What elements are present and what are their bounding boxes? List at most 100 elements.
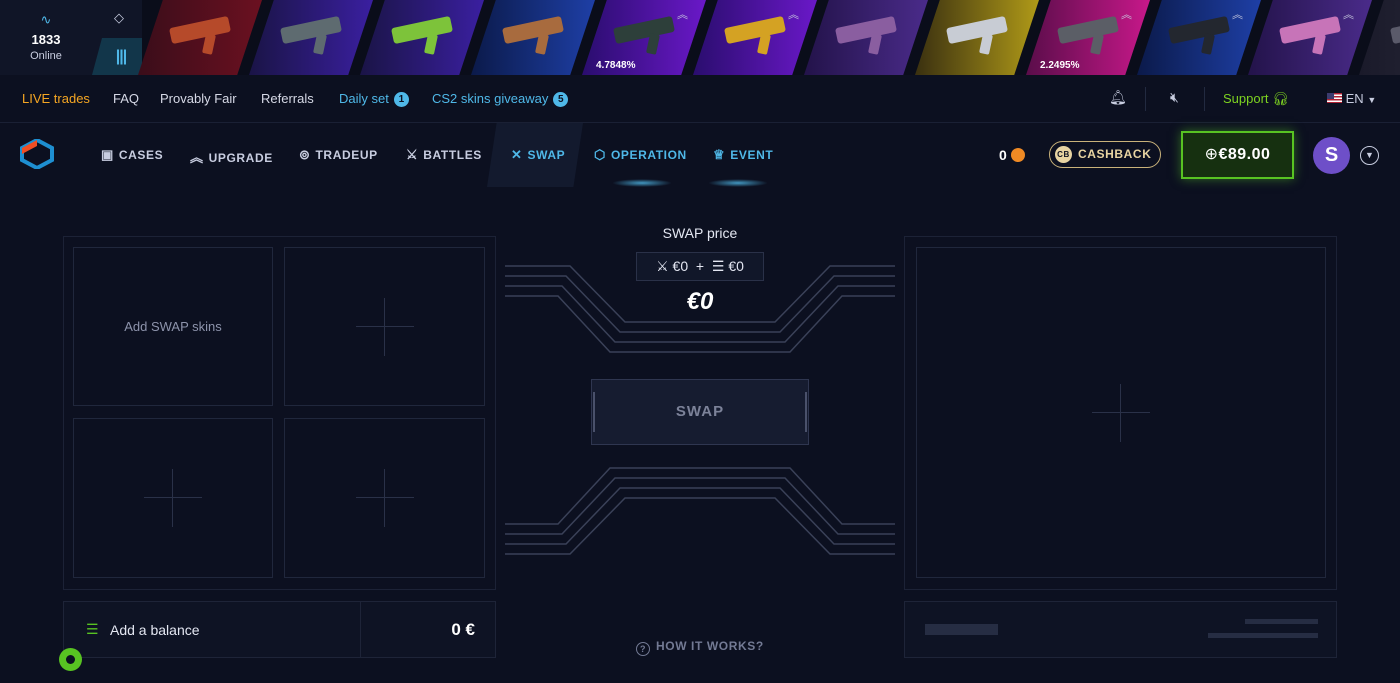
plus-icon bbox=[1092, 383, 1150, 442]
nav-operation-label: OPERATION bbox=[610, 148, 687, 162]
caret-down-icon: ▼ bbox=[1367, 95, 1377, 105]
swap-slot[interactable] bbox=[73, 418, 273, 578]
weapon-skin-image bbox=[834, 15, 898, 45]
add-swap-skins-label: Add SWAP skins bbox=[124, 319, 222, 334]
faq-link[interactable]: FAQ bbox=[113, 91, 139, 106]
nav-operation[interactable]: ⬡ OPERATION bbox=[594, 147, 687, 163]
nav-tradeup-label: TRADEUP bbox=[315, 148, 378, 162]
skin-icon: ⚔︎ bbox=[656, 258, 669, 274]
how-it-works-label: HOW IT WORKS? bbox=[656, 639, 764, 653]
sound-off-icon[interactable]: 🔇︎ bbox=[1170, 89, 1179, 106]
language-select[interactable]: EN ▼ bbox=[1327, 91, 1376, 106]
swap-button[interactable]: SWAP bbox=[591, 379, 809, 445]
drop-chance: 4.7848% bbox=[596, 60, 636, 71]
us-flag-icon bbox=[1327, 93, 1342, 103]
skeleton-placeholder bbox=[925, 624, 998, 635]
daily-set-badge: 1 bbox=[393, 92, 409, 107]
price-skins: €0 bbox=[672, 258, 689, 274]
bell-icon[interactable]: 🔔︎ bbox=[1109, 89, 1127, 106]
main-nav: ▣ CASES ︽ UPGRADE ⊚ TRADEUP ⚔︎ BATTLES ✕ SWAP… bbox=[0, 123, 1400, 187]
live-drop-card[interactable]: ︽ bbox=[1137, 0, 1261, 75]
weapon-skin-image bbox=[168, 15, 232, 45]
divider bbox=[1204, 87, 1205, 111]
coin-balance[interactable]: 0 bbox=[999, 147, 1025, 163]
live-drop-card[interactable] bbox=[138, 0, 262, 75]
upgrade-chevron-icon: ︽ bbox=[788, 9, 799, 21]
referrals-link[interactable]: Referrals bbox=[261, 91, 314, 106]
all-drops-icon[interactable]: ||| bbox=[92, 38, 142, 75]
hexagon-icon: ⬡ bbox=[594, 147, 606, 162]
avatar[interactable]: S bbox=[1313, 137, 1350, 174]
plus-icon bbox=[355, 297, 414, 356]
plus-icon bbox=[355, 469, 414, 527]
daily-set-link[interactable]: Daily set 1 bbox=[339, 91, 409, 107]
live-drop-card[interactable] bbox=[915, 0, 1039, 75]
nav-swap[interactable]: ✕ SWAP bbox=[511, 147, 565, 163]
how-it-works-link[interactable]: ? HOW IT WORKS? bbox=[636, 639, 764, 656]
cashback-button[interactable]: CB CASHBACK bbox=[1049, 141, 1161, 168]
money-stack-icon: ☰ bbox=[86, 621, 99, 637]
drops-filter[interactable]: ◇ ||| bbox=[92, 0, 142, 75]
status-indicator-icon[interactable] bbox=[59, 648, 82, 671]
plus-icon bbox=[144, 469, 202, 527]
weapon-skin-image bbox=[723, 15, 787, 45]
nav-cases[interactable]: ▣ CASES bbox=[101, 147, 163, 163]
price-balance: €0 bbox=[728, 258, 744, 274]
nav-swap-active-bg: ✕ SWAP bbox=[487, 123, 583, 187]
swap-slot[interactable] bbox=[284, 247, 485, 406]
database-icon: ☰ bbox=[711, 258, 725, 274]
upgrade-chevron-icon: ︽ bbox=[1343, 9, 1354, 21]
question-icon: ? bbox=[636, 642, 650, 656]
live-drop-card[interactable]: ︽ bbox=[1248, 0, 1372, 75]
swap-price-total: €0 bbox=[686, 288, 714, 315]
chevron-down-icon[interactable]: ▼ bbox=[1360, 146, 1379, 165]
live-drop-card[interactable] bbox=[360, 0, 484, 75]
upgrade-chevron-icon: ︽ bbox=[677, 9, 688, 21]
nav-battles[interactable]: ⚔︎ BATTLES bbox=[406, 147, 482, 163]
weapon-skin-image bbox=[390, 15, 454, 45]
live-drop-card[interactable] bbox=[804, 0, 928, 75]
cashback-icon: CB bbox=[1055, 146, 1072, 163]
plus-circle-icon: ⊕ bbox=[1204, 146, 1219, 163]
swords-icon: ⚔︎ bbox=[406, 147, 419, 162]
target-icon: ⊚ bbox=[299, 147, 311, 162]
weapon-skin-image bbox=[612, 15, 676, 45]
weapon-skin-image bbox=[279, 15, 343, 45]
upgrade-chevron-icon: ︽ bbox=[1121, 9, 1132, 21]
price-plus: + bbox=[695, 258, 705, 274]
deposit-balance-button[interactable]: ⊕€89.00 bbox=[1181, 131, 1294, 179]
live-drop-card[interactable]: ︽ 2.2495% bbox=[1026, 0, 1150, 75]
nav-upgrade-label: UPGRADE bbox=[208, 151, 273, 165]
upgrade-chevron-icon: ︽ bbox=[1232, 9, 1243, 21]
live-drop-card[interactable] bbox=[471, 0, 595, 75]
swap-icon: ✕ bbox=[511, 147, 523, 162]
target-skin-slot[interactable] bbox=[916, 247, 1326, 578]
coin-count: 0 bbox=[999, 147, 1007, 163]
swap-slot[interactable]: Add SWAP skins bbox=[73, 247, 273, 406]
weapon-skin-image bbox=[1278, 15, 1342, 45]
live-drop-card[interactable]: ︽ bbox=[693, 0, 817, 75]
site-logo[interactable] bbox=[20, 139, 54, 169]
upgrade-icon: ︽ bbox=[190, 150, 204, 165]
add-balance-panel[interactable]: ☰ Add a balance 0 € bbox=[63, 601, 496, 658]
support-link[interactable]: Support 🎧︎ bbox=[1223, 91, 1289, 107]
nav-upgrade[interactable]: ︽ UPGRADE bbox=[190, 147, 273, 166]
divider bbox=[360, 602, 361, 657]
add-balance-value: 0 € bbox=[451, 620, 475, 639]
nav-tradeup[interactable]: ⊚ TRADEUP bbox=[299, 147, 378, 163]
live-trades-link[interactable]: LIVE trades bbox=[22, 91, 90, 106]
nav-cases-label: CASES bbox=[118, 148, 164, 162]
diamond-icon[interactable]: ◇ bbox=[114, 10, 124, 26]
crown-icon: ♕ bbox=[713, 147, 726, 162]
live-drop-card[interactable]: ︽ 4.7848% bbox=[582, 0, 706, 75]
online-label: Online bbox=[30, 50, 62, 62]
swap-slot[interactable] bbox=[284, 418, 485, 578]
target-info-panel bbox=[904, 601, 1337, 658]
divider bbox=[1145, 87, 1146, 111]
nav-event[interactable]: ♕ EVENT bbox=[713, 147, 773, 163]
live-drop-card[interactable] bbox=[249, 0, 373, 75]
skeleton-placeholder bbox=[1245, 619, 1318, 624]
provably-fair-link[interactable]: Provably Fair bbox=[160, 91, 237, 106]
weapon-skin-image bbox=[501, 15, 565, 45]
giveaway-link[interactable]: CS2 skins giveaway 5 bbox=[432, 91, 569, 107]
